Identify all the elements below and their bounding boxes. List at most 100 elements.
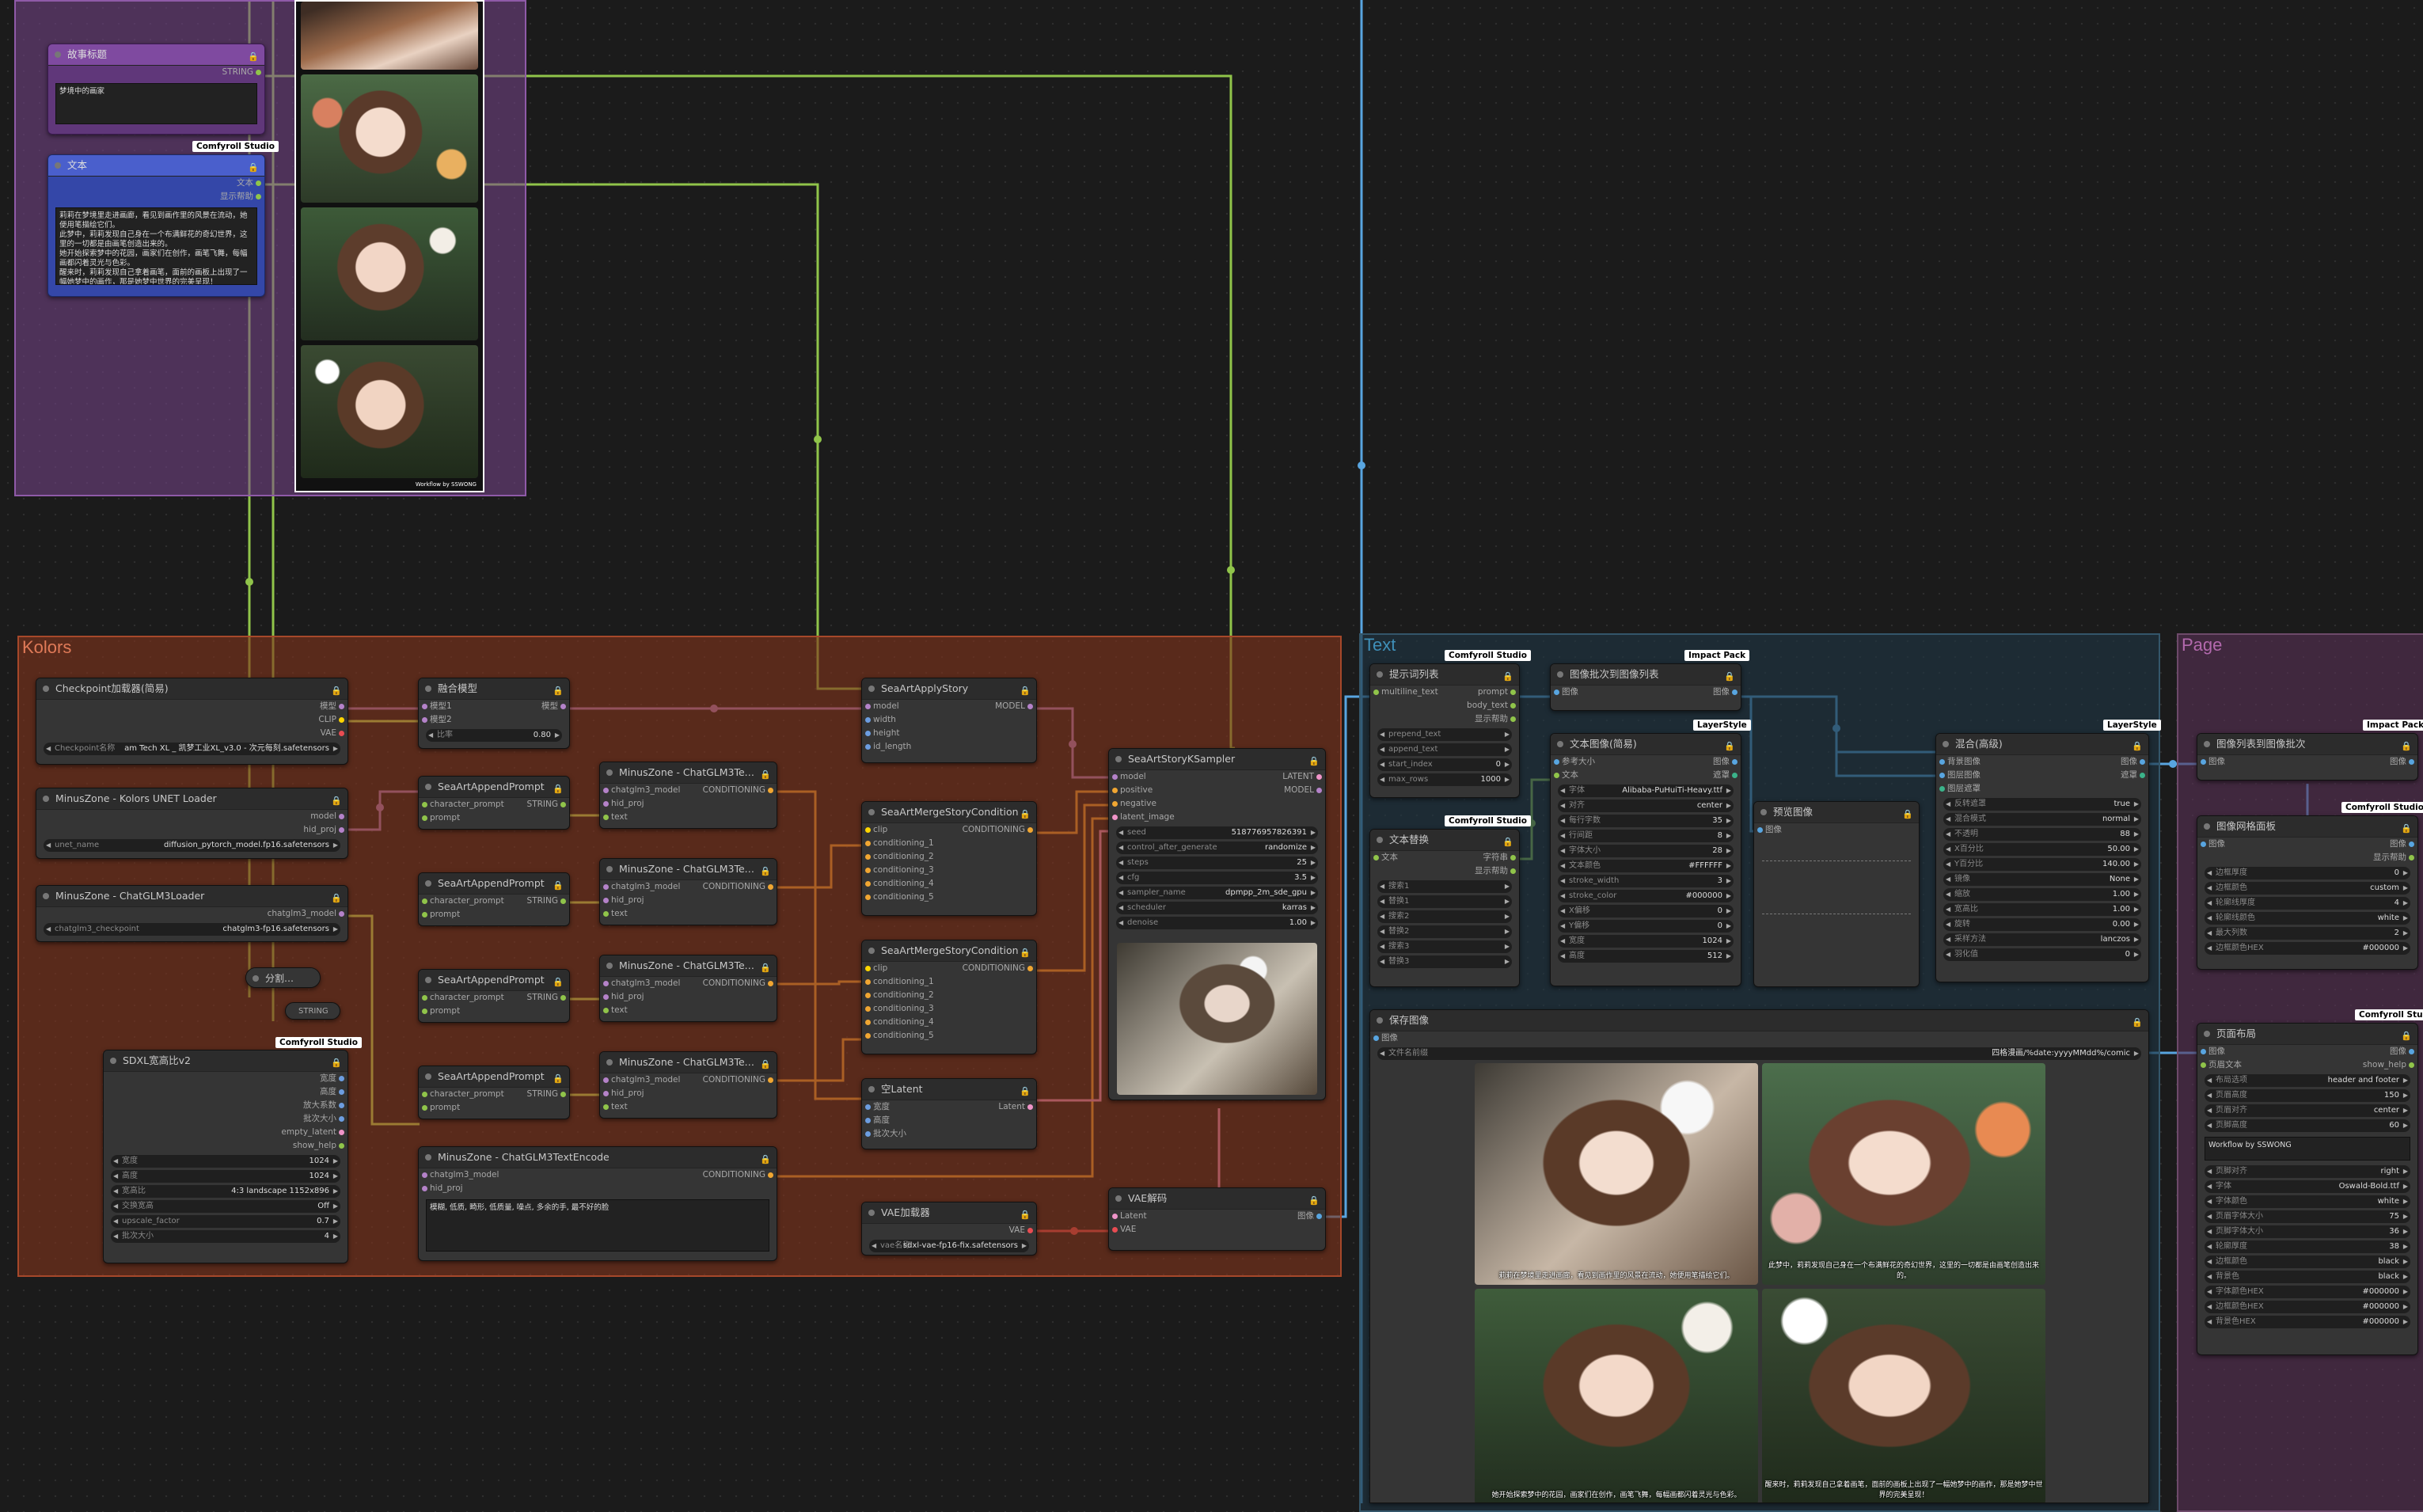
node-merge-model[interactable]: 融合模型 🔒 模型1 模型 模型2 比率 0.80	[418, 678, 570, 749]
input-socket[interactable]	[865, 1020, 871, 1025]
output-socket[interactable]	[2409, 855, 2414, 860]
height-widget[interactable]: 高度 512	[1558, 950, 1734, 963]
node-title-bar[interactable]: SeaArtAppendPrompt 🔒	[419, 1066, 569, 1088]
input-socket[interactable]	[1112, 1227, 1118, 1233]
node-text-image[interactable]: 文本图像(简易) 🔒 参考大小 图像 文本 遮罩 字体 Alibaba-PuHuiTi-…	[1550, 733, 1741, 986]
append-widget[interactable]: append_text	[1377, 743, 1512, 756]
width-widget[interactable]: 宽度 1024	[111, 1155, 340, 1168]
input-socket[interactable]	[603, 911, 609, 917]
input-socket[interactable]	[865, 895, 871, 900]
output-socket[interactable]	[2140, 759, 2145, 765]
input-socket[interactable]	[1373, 855, 1379, 860]
font-widget[interactable]: 字体 Oswald-Bold.ttf	[2205, 1180, 2410, 1193]
output-socket[interactable]	[768, 884, 773, 890]
input-socket[interactable]	[422, 717, 427, 723]
input-socket[interactable]	[865, 979, 871, 985]
aspect-ratio-widget[interactable]: 宽高比 1.00	[1943, 903, 2141, 916]
upscale-widget[interactable]: upscale_factor 0.7	[111, 1215, 340, 1228]
input-socket[interactable]	[2201, 1049, 2206, 1054]
opacity-widget[interactable]: 不透明 88	[1943, 828, 2141, 841]
node-sdxl-aspect[interactable]: SDXL宽高比v2 🔒 宽度 高度 放大系数 批次大小 empty_latent …	[103, 1050, 348, 1263]
output-socket[interactable]	[1027, 827, 1033, 833]
input-socket[interactable]	[422, 1105, 427, 1111]
output-socket[interactable]	[1732, 759, 1737, 765]
replace-2-widget[interactable]: 替换2	[1377, 925, 1512, 938]
output-socket[interactable]	[1510, 716, 1516, 722]
input-socket[interactable]	[2201, 841, 2206, 847]
node-checkpoint-loader[interactable]: Checkpoint加载器(简易) 🔒 模型 CLIP VAE Checkpoin…	[36, 678, 348, 765]
input-socket[interactable]	[1373, 1035, 1379, 1041]
output-socket[interactable]	[768, 981, 773, 986]
output-socket[interactable]	[1510, 868, 1516, 874]
input-socket[interactable]	[865, 1131, 871, 1137]
output-socket[interactable]	[339, 704, 344, 709]
text-color-widget[interactable]: 文本颜色 #FFFFFF	[1558, 860, 1734, 872]
output-socket[interactable]	[1510, 703, 1516, 709]
border-color-widget[interactable]: 边框颜色 custom	[2205, 882, 2410, 895]
input-socket[interactable]	[865, 717, 871, 723]
width-widget[interactable]: 宽度 1024	[1558, 935, 1734, 948]
node-title-bar[interactable]: 文本图像(简易) 🔒	[1551, 734, 1741, 755]
denoise-widget[interactable]: denoise 1.00	[1116, 917, 1318, 929]
input-socket[interactable]	[603, 1091, 609, 1096]
input-socket[interactable]	[865, 1033, 871, 1039]
input-socket[interactable]	[1939, 786, 1945, 792]
steps-widget[interactable]: steps 25	[1116, 857, 1318, 869]
search-3-widget[interactable]: 搜索3	[1377, 940, 1512, 953]
input-socket[interactable]	[603, 898, 609, 903]
input-socket[interactable]	[422, 802, 427, 807]
output-socket[interactable]	[560, 1092, 566, 1097]
node-title-bar[interactable]: 融合模型 🔒	[419, 678, 569, 700]
output-socket[interactable]	[1316, 788, 1322, 793]
node-story-title[interactable]: 故事标题 🔒 STRING 梦境中的画家	[47, 44, 265, 135]
node-preview-image[interactable]: 预览图像 🔒 图像	[1753, 801, 1920, 987]
node-chatglm-loader[interactable]: MinusZone - ChatGLM3Loader 🔒 chatglm3_mod…	[36, 885, 348, 942]
align-widget[interactable]: 对齐 center	[1558, 800, 1734, 812]
node-image-grid-panel[interactable]: 图像网格面板 🔒 图像 图像 显示帮助 边框厚度 0 边框颜色 custom 轮廓线厚度…	[2197, 815, 2418, 970]
node-append-prompt[interactable]: SeaArtAppendPrompt 🔒 character_prompt STRI…	[418, 872, 570, 926]
node-blend-advanced[interactable]: 混合(高级) 🔒 背景图像 图像 图层图像 遮罩 图层遮罩 反转遮罩 true 混合模式…	[1935, 733, 2149, 982]
border-hex-widget[interactable]: 边框颜色HEX #000000	[2205, 942, 2410, 955]
input-socket[interactable]	[865, 744, 871, 750]
node-title-bar[interactable]: 文本 🔒	[48, 155, 264, 177]
output-socket[interactable]	[2409, 841, 2414, 847]
header-align-widget[interactable]: 页眉对齐 center	[2205, 1104, 2410, 1117]
output-socket[interactable]	[339, 731, 344, 736]
negative-prompt-textarea[interactable]: 模糊, 低质, 畸形, 低质量, 噪点, 多余的手, 最不好的脸	[426, 1199, 769, 1252]
input-socket[interactable]	[1112, 815, 1118, 820]
node-title-bar[interactable]: MinusZone - ChatGLM3Loader 🔒	[36, 886, 347, 907]
max-rows-widget[interactable]: max_rows 1000	[1377, 773, 1512, 786]
node-batch-to-list[interactable]: 图像批次到图像列表 🔒 图像 图像	[1550, 663, 1741, 711]
node-story-ksampler[interactable]: SeaArtStoryKSampler 🔒 model LATENT positiv…	[1108, 748, 1326, 1100]
output-socket[interactable]	[2140, 773, 2145, 778]
y-percent-widget[interactable]: Y百分比 140.00	[1943, 858, 2141, 871]
node-title-bar[interactable]: 保存图像 🔒	[1370, 1010, 2148, 1031]
height-widget[interactable]: 高度 1024	[111, 1170, 340, 1183]
node-chatglm-encode[interactable]: MinusZone - ChatGLM3TextEncode 🔒 chatglm3…	[599, 955, 777, 1022]
output-socket[interactable]	[339, 1076, 344, 1081]
output-socket[interactable]	[768, 1077, 773, 1083]
input-socket[interactable]	[422, 1009, 427, 1014]
mirror-widget[interactable]: 镜像 None	[1943, 873, 2141, 886]
node-title-bar[interactable]: MinusZone - ChatGLM3TextEncode 🔒	[419, 1147, 777, 1168]
output-socket[interactable]	[1027, 1104, 1033, 1110]
input-socket[interactable]	[1112, 788, 1118, 793]
output-socket[interactable]	[1027, 704, 1033, 709]
node-title-bar[interactable]: 图像网格面板 🔒	[2197, 816, 2417, 838]
node-title-bar[interactable]: SeaArtAppendPrompt 🔒	[419, 873, 569, 895]
node-title-bar[interactable]: 混合(高级) 🔒	[1936, 734, 2148, 755]
node-title-bar[interactable]: MinusZone - ChatGLM3TextEncode 🔒	[600, 859, 777, 880]
input-socket[interactable]	[865, 881, 871, 887]
output-socket[interactable]	[1510, 690, 1516, 695]
output-socket[interactable]	[2409, 1049, 2414, 1054]
node-append-prompt[interactable]: SeaArtAppendPrompt 🔒 character_prompt STRI…	[418, 1066, 570, 1119]
border-color-widget[interactable]: 边框颜色 black	[2205, 1256, 2410, 1268]
scale-widget[interactable]: 缩放 1.00	[1943, 888, 2141, 901]
node-title-bar[interactable]: 文本替换 🔒	[1370, 830, 1519, 851]
node-title-bar[interactable]: 图像列表到图像批次 🔒	[2197, 734, 2417, 755]
node-title-bar[interactable]: SeaArtAppendPrompt 🔒	[419, 970, 569, 991]
outline-color-widget[interactable]: 轮廓线颜色 white	[2205, 912, 2410, 925]
input-socket[interactable]	[2201, 1062, 2206, 1068]
input-socket[interactable]	[603, 1104, 609, 1110]
node-title-bar[interactable]: 空Latent 🔒	[862, 1079, 1036, 1100]
